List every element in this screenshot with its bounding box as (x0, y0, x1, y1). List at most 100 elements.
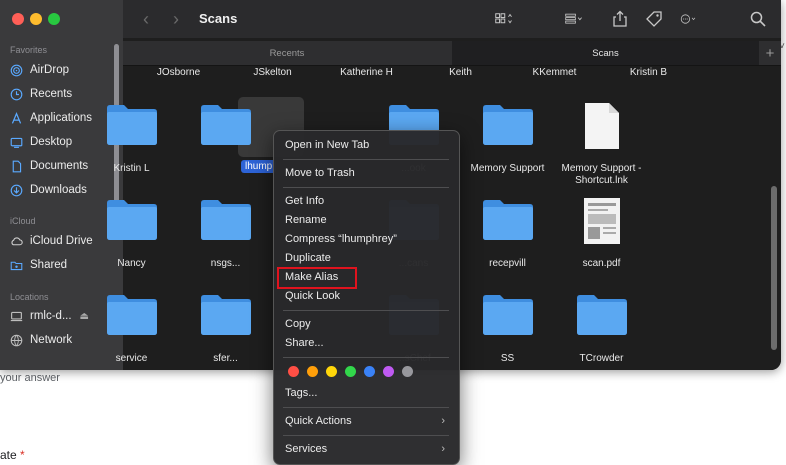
icon-view-grid-icon[interactable] (495, 10, 513, 31)
grid-item[interactable]: SS (460, 353, 555, 365)
menu-item-move-to-trash[interactable]: Move to Trash (285, 165, 445, 181)
menu-item-quick-look[interactable]: Quick Look (285, 288, 445, 304)
grid-item[interactable]: sfer... (178, 353, 273, 365)
sidebar-item-recents[interactable]: Recents (10, 84, 114, 104)
menu-separator (283, 407, 449, 408)
file-icon[interactable] (554, 197, 649, 250)
tag-blue-icon[interactable] (364, 366, 375, 377)
menu-item-tags[interactable]: Tags... (285, 385, 445, 401)
grid-item-label[interactable]: JSkelton (225, 67, 320, 78)
menu-item-rename[interactable]: Rename (285, 212, 445, 228)
grid-item[interactable]: Memory Support (460, 163, 555, 175)
menu-item-get-info[interactable]: Get Info (285, 193, 445, 209)
folder-icon[interactable] (460, 292, 555, 341)
menu-separator (283, 357, 449, 358)
tag-red-icon[interactable] (288, 366, 299, 377)
grid-item-label: Memory Support (470, 163, 545, 174)
make-alias-highlight-box (277, 267, 357, 289)
menu-item-duplicate[interactable]: Duplicate (285, 250, 445, 266)
grid-item[interactable]: scan.pdf (554, 258, 649, 270)
sidebar-item-label: Network (30, 334, 73, 346)
grid-item-label[interactable]: JOsborne (131, 67, 226, 78)
sidebar-item-airdrop[interactable]: AirDrop (10, 60, 114, 80)
grid-item-label[interactable]: Katherine H (319, 67, 414, 78)
menu-item-share[interactable]: Share... (285, 335, 445, 351)
back-button[interactable]: ‹ (143, 9, 149, 30)
menu-item-services[interactable]: Services › (285, 441, 445, 457)
grid-item-label: sfer... (213, 353, 238, 364)
grid-item[interactable]: recepvill (460, 258, 555, 270)
date-label-text: ate (0, 448, 17, 462)
grid-scrollbar[interactable] (771, 186, 777, 350)
menu-item-copy[interactable]: Copy (285, 316, 445, 332)
tab-scans[interactable]: Scans (452, 41, 759, 65)
desktop-icon (10, 137, 23, 148)
menu-separator (283, 159, 449, 160)
menu-item-open-in-new-tab[interactable]: Open in New Tab (285, 137, 445, 153)
selected-item-label[interactable]: lhump (241, 160, 277, 173)
forward-button[interactable]: › (173, 9, 179, 30)
airdrop-icon (10, 64, 23, 76)
grid-item-label: nsgs... (210, 258, 241, 269)
grid-item[interactable]: Kristin L (84, 163, 179, 175)
menu-separator (283, 435, 449, 436)
sidebar-item-label: Desktop (30, 136, 73, 148)
file-icon[interactable] (554, 102, 649, 155)
tag-yellow-icon[interactable] (326, 366, 337, 377)
tag-purple-icon[interactable] (383, 366, 394, 377)
context-menu: Open in New Tab Move to Trash Get Info R… (273, 130, 460, 465)
grid-item-label: SS (500, 353, 515, 364)
group-icon[interactable] (565, 10, 583, 31)
menu-separator (283, 310, 449, 311)
grid-item-label[interactable]: Kristin B (601, 67, 696, 78)
folder-icon[interactable] (178, 197, 273, 246)
submenu-chevron-icon: › (441, 443, 445, 455)
tag-orange-icon[interactable] (307, 366, 318, 377)
folder-icon[interactable] (460, 197, 555, 246)
tab-bar: Recents Scans + (123, 41, 781, 66)
grid-item-label[interactable]: KKemmet (507, 67, 602, 78)
share-icon[interactable] (611, 10, 629, 31)
sidebar-item-label: Documents (30, 160, 89, 172)
close-window-button[interactable] (12, 13, 24, 25)
new-tab-button[interactable]: + (759, 41, 781, 65)
tag-icon[interactable] (645, 10, 663, 31)
sidebar-item-label: Downloads (30, 184, 87, 196)
tag-gray-icon[interactable] (402, 366, 413, 377)
folder-icon[interactable] (84, 102, 179, 151)
sidebar-item-label: Applications (30, 112, 93, 124)
grid-item[interactable]: service (84, 353, 179, 365)
folder-icon[interactable] (84, 197, 179, 246)
folder-icon[interactable] (460, 102, 555, 151)
window-title: Scans (199, 11, 238, 26)
grid-item[interactable]: Memory Support - Shortcut.lnk (554, 163, 649, 187)
search-icon[interactable] (749, 10, 767, 31)
grid-item-label: scan.pdf (582, 258, 621, 269)
sidebar-section-favorites: Favorites (10, 45, 48, 55)
grid-item-label[interactable]: Keith (413, 67, 508, 78)
minimize-window-button[interactable] (30, 13, 42, 25)
tag-green-icon[interactable] (345, 366, 356, 377)
folder-icon[interactable] (178, 102, 273, 151)
grid-item[interactable]: Nancy (84, 258, 179, 270)
toolbar: ‹ › Scans (123, 0, 781, 38)
submenu-chevron-icon: › (441, 415, 445, 427)
sidebar-item-label: Shared (30, 259, 68, 271)
folder-icon[interactable] (84, 292, 179, 341)
zoom-window-button[interactable] (48, 13, 60, 25)
cloud-icon (11, 236, 23, 245)
sidebar-item-label: AirDrop (30, 64, 69, 76)
sidebar-section-locations: Locations (10, 292, 49, 302)
grid-item[interactable]: nsgs... (178, 258, 273, 270)
sidebar-item-label: Recents (30, 88, 73, 100)
grid-item-label: Memory Support - Shortcut.lnk (561, 163, 642, 186)
folder-icon[interactable] (554, 292, 649, 341)
menu-item-compress[interactable]: Compress “lhumphrey” (285, 231, 445, 247)
menu-item-label: Quick Actions (285, 415, 352, 427)
answer-placeholder: your answer (0, 372, 60, 384)
tab-recents[interactable]: Recents (123, 41, 451, 65)
grid-item[interactable]: TCrowder (554, 353, 649, 365)
more-actions-icon[interactable] (680, 10, 698, 31)
menu-item-quick-actions[interactable]: Quick Actions › (285, 413, 445, 429)
folder-icon[interactable] (178, 292, 273, 341)
